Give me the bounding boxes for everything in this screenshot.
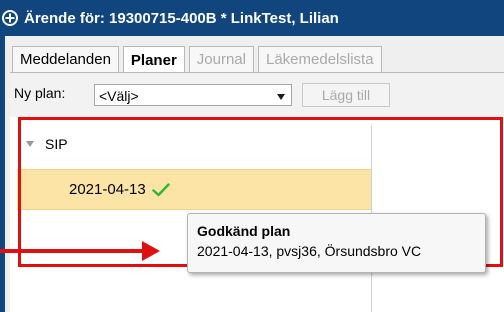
- plan-type-value: <Välj>: [99, 88, 139, 104]
- window-left-border: [0, 36, 5, 312]
- tab-bar: Meddelanden Planer Journal Läkemedelslis…: [12, 46, 386, 73]
- new-plan-toolbar: Ny plan: <Välj> Lägg till: [10, 73, 504, 117]
- tree-group-label: SIP: [45, 136, 68, 152]
- tab-lakemedelslista[interactable]: Läkemedelslista: [257, 46, 382, 72]
- plan-date: 2021-04-13: [69, 181, 146, 198]
- tab-planer[interactable]: Planer: [122, 46, 185, 73]
- annotation-arrow-line: [0, 249, 146, 253]
- title-bar: Ärende för: 19300715-400B * LinkTest, Li…: [0, 0, 504, 36]
- plus-circle-icon: [2, 10, 18, 26]
- annotation-arrow-head: [142, 241, 160, 261]
- tooltip-body: 2021-04-13, pvsj36, Örsundsbro VC: [197, 243, 422, 259]
- tree-item-plan[interactable]: 2021-04-13: [17, 169, 371, 210]
- chevron-down-icon: [275, 90, 287, 102]
- tooltip-title: Godkänd plan: [197, 223, 291, 239]
- window-title: Ärende för: 19300715-400B * LinkTest, Li…: [24, 9, 339, 27]
- tab-meddelanden[interactable]: Meddelanden: [12, 46, 119, 72]
- tree-group-sip[interactable]: SIP: [17, 127, 371, 161]
- tooltip: Godkänd plan 2021-04-13, pvsj36, Örsunds…: [187, 213, 486, 273]
- new-plan-label: Ny plan:: [14, 85, 66, 101]
- plan-type-select[interactable]: <Välj>: [94, 84, 292, 106]
- add-plan-button[interactable]: Lägg till: [302, 83, 390, 107]
- checkmark-icon: [152, 182, 170, 197]
- tab-journal[interactable]: Journal: [188, 46, 254, 72]
- expand-triangle-icon[interactable]: [25, 139, 35, 149]
